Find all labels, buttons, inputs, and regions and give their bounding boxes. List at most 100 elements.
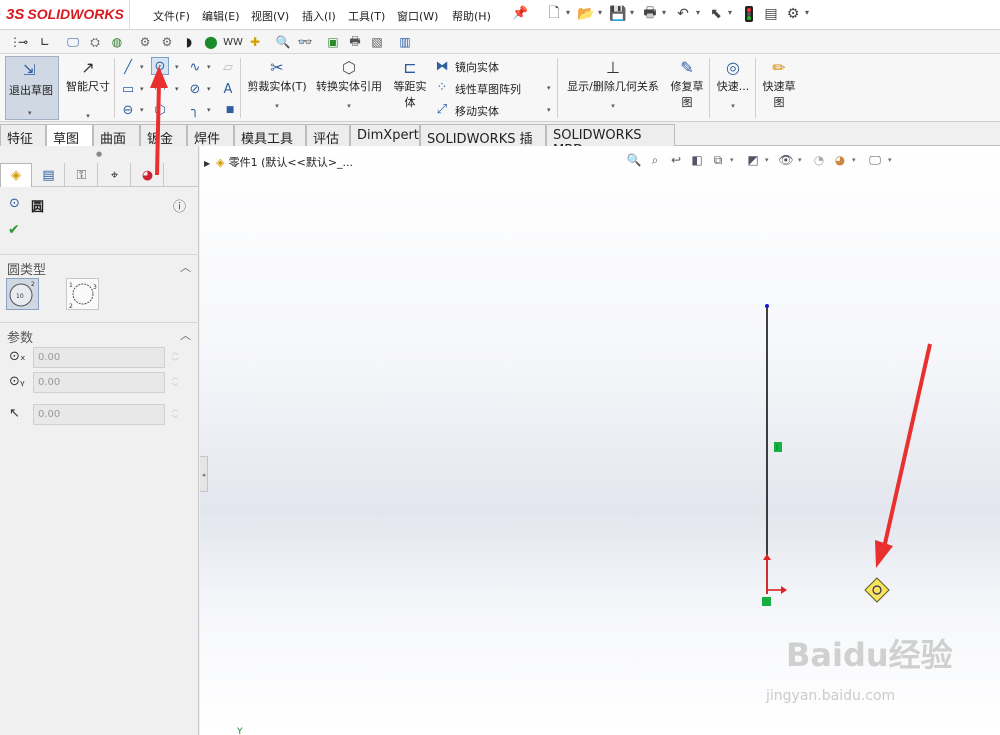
mirror-entities-label[interactable]: 镜向实体 <box>455 59 499 75</box>
ok-check-icon[interactable]: ✔ <box>8 222 20 238</box>
excel-icon[interactable]: ▣ <box>324 33 342 51</box>
tab-weldments[interactable]: 焊件 <box>187 124 234 147</box>
text-tool-icon[interactable]: A <box>219 80 237 98</box>
move-entities-icon[interactable]: ⤢ <box>433 100 451 118</box>
line-endpoint[interactable] <box>765 304 769 308</box>
panel-grip-icon[interactable]: ● <box>96 150 102 158</box>
dimxpert-manager-tab-icon[interactable]: ⌖ <box>99 163 131 187</box>
rebuild-traffic-light-icon[interactable] <box>740 5 758 23</box>
chevron-down-icon[interactable]: ▾ <box>696 8 700 17</box>
menu-file[interactable]: 文件(F) <box>153 8 190 24</box>
chevron-down-icon[interactable]: ▾ <box>140 106 144 114</box>
convert-entities-button[interactable]: ⬡ 转换实体引用 ▾ <box>312 56 386 111</box>
gear-icon[interactable]: ⚙ <box>158 33 176 51</box>
options-gear-icon[interactable]: ⚙ <box>784 5 802 23</box>
tab-mold-tools[interactable]: 模具工具 <box>234 124 306 147</box>
chevron-down-icon[interactable]: ▾ <box>547 106 551 114</box>
chevron-down-icon[interactable]: ▾ <box>275 102 279 110</box>
binoculars-icon[interactable]: 👓 <box>296 33 314 51</box>
center-x-spinner[interactable]: ︿ ﹀ <box>169 347 181 368</box>
display-relations-button[interactable]: ⊥ 显示/删除几何关系 ▾ <box>561 56 665 111</box>
menu-help[interactable]: 帮助(H) <box>452 8 491 24</box>
tab-features[interactable]: 特征 <box>0 124 46 147</box>
open-folder-icon[interactable]: 📂 <box>577 5 595 23</box>
display-manager-tab-icon[interactable]: ◕ <box>132 163 164 187</box>
offset-entities-button[interactable]: ⊏ 等距实 体 <box>390 56 430 110</box>
component-icon[interactable]: ✚ <box>246 33 264 51</box>
vertical-relation-icon[interactable] <box>774 442 782 452</box>
new-document-icon[interactable]: 🗋 <box>545 5 563 23</box>
help-icon[interactable]: ⓘ <box>173 196 186 215</box>
rectangle-tool-icon[interactable]: ▭ <box>119 80 137 98</box>
circle-type-section-header[interactable]: 圆类型 ︿ <box>0 254 199 278</box>
menu-insert[interactable]: 插入(I) <box>302 8 336 24</box>
fillet-tool-icon[interactable]: ╮ <box>186 101 204 119</box>
image-export-icon[interactable]: ▧ <box>368 33 386 51</box>
ellipse-tool-icon[interactable]: ⊘ <box>186 80 204 98</box>
exit-sketch-button[interactable]: ⇲ 退出草图 ▾ <box>5 56 59 120</box>
tab-mbd[interactable]: SOLIDWORKS MBD <box>546 124 675 158</box>
radius-spinner[interactable]: ︿ ﹀ <box>169 404 181 425</box>
trim-entities-button[interactable]: ✂ 剪裁实体(T) ▾ <box>244 56 310 111</box>
chevron-down-icon[interactable]: ▾ <box>566 8 570 17</box>
property-manager-tab-icon[interactable]: ▤ <box>33 163 65 187</box>
chevron-down-icon[interactable]: ▾ <box>207 85 211 93</box>
undo-icon[interactable]: ↶ <box>674 5 692 23</box>
hatch-icon[interactable]: WW <box>223 33 243 51</box>
chevron-down-icon[interactable]: ▾ <box>347 102 351 110</box>
chevron-down-icon[interactable]: ▾ <box>175 85 179 93</box>
chevron-down-icon[interactable]: ▾ <box>611 102 615 110</box>
tab-surfaces[interactable]: 曲面 <box>93 124 140 147</box>
chevron-down-icon[interactable]: ▾ <box>662 8 666 17</box>
location-pin-icon[interactable]: ⬤ <box>202 33 220 51</box>
repair-sketch-button[interactable]: ✎ 修复草 图 <box>668 56 706 110</box>
tab-sketch[interactable]: 草图 <box>46 124 93 147</box>
linear-pattern-label[interactable]: 线性草图阵列 <box>455 81 521 97</box>
file-properties-icon[interactable]: ▤ <box>762 5 780 23</box>
document-icon[interactable]: ▥ <box>396 33 414 51</box>
settings-gear-icon[interactable]: ⚙ <box>136 33 154 51</box>
graphics-area[interactable]: ▶ ◈ 零件1 (默认<<默认>_... 🔍 ⌕ ↩ ◧ ⧉ ▾ ◩ ▾ 👁 ▾ ◔… <box>200 146 1000 735</box>
chevron-down-icon[interactable]: ▾ <box>86 112 90 120</box>
polygon-tool-icon[interactable]: ⬡ <box>151 101 169 119</box>
collapse-chevron-icon[interactable]: ︿ <box>180 259 191 275</box>
chevron-down-icon[interactable]: ▾ <box>207 63 211 71</box>
tab-addins[interactable]: SOLIDWORKS 插件 <box>420 124 546 166</box>
zoom-icon[interactable]: 🔍 <box>274 33 292 51</box>
line-tool-icon[interactable]: ╱ <box>119 58 137 76</box>
center-x-field[interactable]: 0.00 <box>33 347 165 368</box>
collapse-chevron-icon[interactable]: ︿ <box>180 327 191 343</box>
menu-view[interactable]: 视图(V) <box>251 8 289 24</box>
chevron-down-icon[interactable]: ▾ <box>598 8 602 17</box>
appearance-globe-icon[interactable]: ◍ <box>108 33 126 51</box>
tab-evaluate[interactable]: 评估 <box>306 124 350 147</box>
solidworks-logo[interactable]: 3S SOLIDWORKS <box>0 0 130 30</box>
tab-dimxpert[interactable]: DimXpert <box>350 124 420 146</box>
chevron-down-icon[interactable]: ▾ <box>805 8 809 17</box>
configuration-manager-tab-icon[interactable]: ⚿ <box>66 163 98 187</box>
circle-tool-icon[interactable]: ⊙ <box>151 57 169 75</box>
chevron-down-icon[interactable]: ▾ <box>140 85 144 93</box>
spline-tool-icon[interactable]: ∿ <box>186 58 204 76</box>
move-entities-label[interactable]: 移动实体 <box>455 103 499 119</box>
smart-dimension-button[interactable]: ↗ 智能尺寸 ▾ <box>63 56 113 121</box>
parameters-section-header[interactable]: 参数 ︿ <box>0 322 199 346</box>
mirror-icon[interactable]: ⧓ <box>433 57 451 75</box>
chevron-down-icon[interactable]: ▾ <box>28 109 32 117</box>
center-y-field[interactable]: 0.00 <box>33 372 165 393</box>
radius-field[interactable]: 0.00 <box>33 404 165 425</box>
chevron-down-icon[interactable]: ▾ <box>728 8 732 17</box>
chevron-down-icon[interactable]: ▾ <box>175 63 179 71</box>
slot-tool-icon[interactable]: ⊖ <box>119 101 137 119</box>
feature-manager-tab-icon[interactable]: ◈ <box>0 163 32 187</box>
menu-edit[interactable]: 编辑(E) <box>202 8 240 24</box>
quick-snaps-button[interactable]: ◎ 快速... ▾ <box>713 56 753 111</box>
tab-sheet-metal[interactable]: 钣金 <box>140 124 187 147</box>
menu-window[interactable]: 窗口(W) <box>397 8 438 24</box>
measure-icon[interactable]: ⊸ <box>14 33 32 51</box>
sketch-plane-icon[interactable]: ∟ <box>36 33 54 51</box>
chevron-down-icon[interactable]: ▾ <box>547 84 551 92</box>
save-icon[interactable]: 💾 <box>609 5 627 23</box>
print-icon[interactable]: 🖶 <box>641 5 659 23</box>
plane-tool-icon[interactable]: ▱ <box>219 58 237 76</box>
